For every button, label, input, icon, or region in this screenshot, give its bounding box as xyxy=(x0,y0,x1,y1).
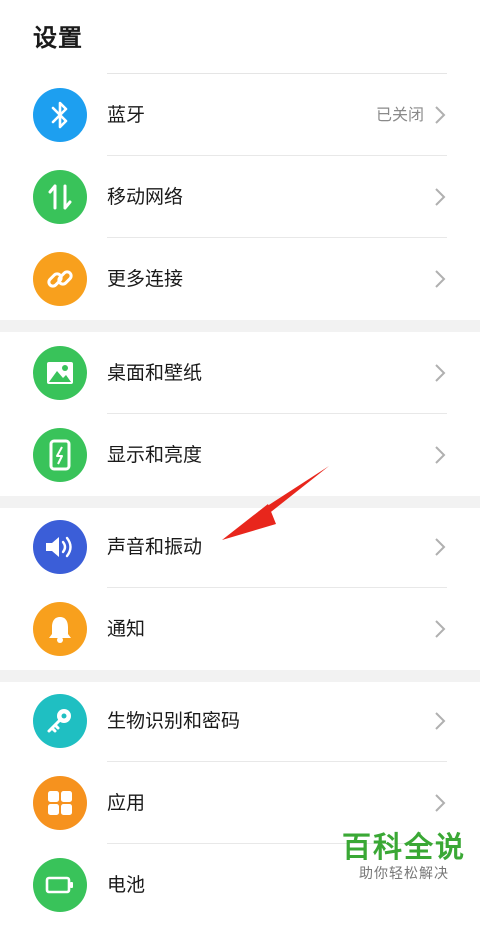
bell-icon xyxy=(33,602,87,656)
watermark-subtitle: 助你轻松解决 xyxy=(358,866,449,882)
biometrics-label: 生物识别和密码 xyxy=(107,710,241,732)
chevron-right-icon xyxy=(435,364,446,382)
chevron-right-icon xyxy=(435,188,446,206)
bluetooth-label: 蓝牙 xyxy=(107,104,146,126)
battery-label: 电池 xyxy=(107,874,146,896)
speaker-icon xyxy=(33,520,87,574)
sound-label: 声音和振动 xyxy=(107,536,203,558)
wallpaper-label: 桌面和壁纸 xyxy=(107,362,203,384)
chevron-right-icon xyxy=(435,712,446,730)
bluetooth-status: 已关闭 xyxy=(375,105,424,124)
settings-item-wallpaper[interactable]: 桌面和壁纸 xyxy=(0,332,480,414)
more-connections-label: 更多连接 xyxy=(107,268,184,290)
link-icon xyxy=(33,252,87,306)
apps-label: 应用 xyxy=(107,792,146,814)
chevron-right-icon xyxy=(435,270,446,288)
settings-item-mobile-network[interactable]: 移动网络 xyxy=(0,156,480,238)
group-separator xyxy=(0,320,480,332)
battery-icon xyxy=(33,858,87,912)
chevron-right-icon xyxy=(435,620,446,638)
phone-brightness-icon xyxy=(33,428,87,482)
chevron-right-icon xyxy=(435,794,446,812)
watermark: 百科全说 助你轻松解决 xyxy=(342,831,466,883)
settings-item-notifications[interactable]: 通知 xyxy=(0,588,480,670)
image-icon xyxy=(33,346,87,400)
bluetooth-icon xyxy=(33,88,87,142)
mobile-network-label: 移动网络 xyxy=(107,186,184,208)
mobile-data-icon xyxy=(33,170,87,224)
page-title: 设置 xyxy=(33,24,83,52)
settings-item-bluetooth[interactable]: 蓝牙 已关闭 xyxy=(0,74,480,156)
settings-item-biometrics[interactable]: 生物识别和密码 xyxy=(0,680,480,762)
settings-item-display[interactable]: 显示和亮度 xyxy=(0,414,480,496)
key-icon xyxy=(33,694,87,748)
chevron-right-icon xyxy=(435,538,446,556)
watermark-title: 百科全说 xyxy=(341,830,466,864)
notifications-label: 通知 xyxy=(107,618,146,640)
chevron-right-icon xyxy=(435,446,446,464)
settings-item-sound[interactable]: 声音和振动 xyxy=(0,506,480,588)
display-label: 显示和亮度 xyxy=(107,444,203,466)
apps-grid-icon xyxy=(33,776,87,830)
settings-item-more-connections[interactable]: 更多连接 xyxy=(0,238,480,320)
chevron-right-icon xyxy=(435,106,446,124)
